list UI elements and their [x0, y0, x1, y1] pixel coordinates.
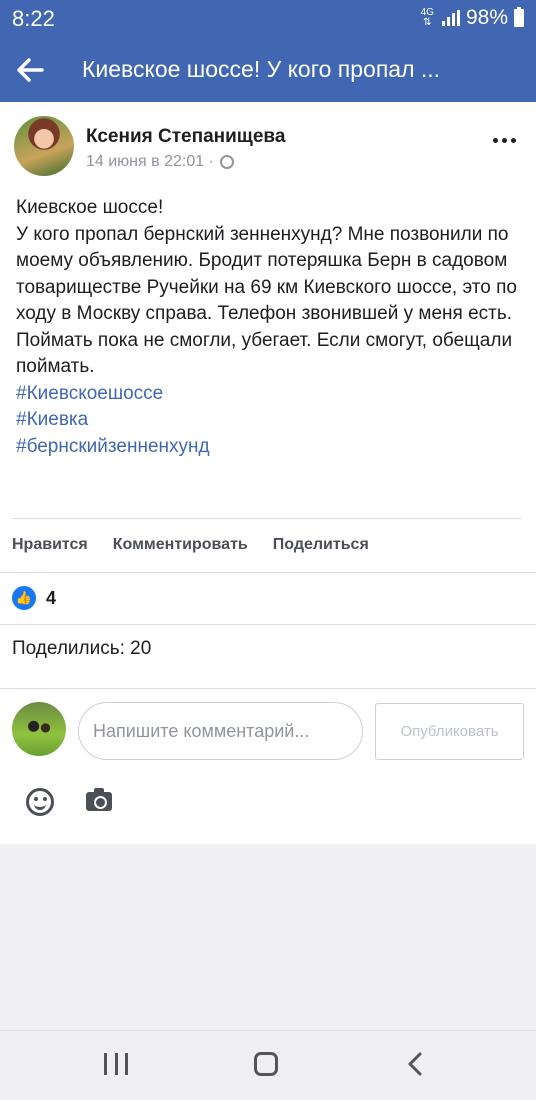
post-text: Киевское шоссе! У кого пропал бернский з… — [16, 195, 526, 460]
post-card: Ксения Степанищева 14 июня в 22:01 · Кие… — [0, 102, 536, 844]
home-icon[interactable] — [254, 1052, 278, 1076]
system-back-icon[interactable] — [404, 1052, 428, 1076]
globe-icon — [219, 155, 234, 169]
likes-count: 4 — [46, 587, 57, 608]
network-icon: 4G ⇅ — [421, 8, 434, 28]
camera-icon[interactable] — [86, 788, 112, 811]
post-actions: Нравится Комментировать Поделиться — [12, 536, 369, 554]
share-button[interactable]: Поделиться — [273, 536, 369, 554]
reactions-row[interactable]: 👍 4 — [12, 586, 56, 610]
thumbs-up-icon: 👍 — [12, 586, 36, 610]
back-button[interactable] — [12, 52, 48, 88]
shares-count[interactable]: Поделились: 20 — [12, 638, 151, 660]
status-indicators: 4G ⇅ 98% — [421, 6, 524, 30]
divider — [0, 688, 536, 689]
hashtag-link[interactable]: #Киевскоешоссе — [16, 381, 526, 408]
divider — [0, 624, 536, 625]
arrow-left-icon — [17, 58, 44, 82]
post-date[interactable]: 14 июня в 22:01 · — [86, 153, 234, 171]
divider — [12, 518, 522, 519]
publish-button[interactable]: Опубликовать — [375, 703, 524, 760]
post-line: Киевское шоссе! — [16, 197, 164, 218]
battery-icon — [514, 7, 524, 27]
battery-level: 98% — [465, 6, 508, 29]
post-date-text: 14 июня в 22:01 · — [86, 153, 214, 170]
user-avatar — [12, 702, 66, 756]
comment-button[interactable]: Комментировать — [113, 536, 248, 554]
like-button[interactable]: Нравится — [12, 536, 88, 554]
post-line: У кого пропал бернский зенненхунд? Мне п… — [16, 223, 517, 378]
hashtag-link[interactable]: #Киевка — [16, 407, 526, 434]
more-icon — [493, 138, 498, 143]
divider — [0, 572, 536, 573]
network-arrows-icon: ⇅ — [423, 17, 432, 28]
recent-apps-icon[interactable] — [104, 1053, 128, 1075]
status-time: 8:22 — [12, 6, 55, 31]
signal-icon — [441, 10, 460, 26]
more-options-button[interactable] — [493, 138, 516, 143]
comment-input[interactable] — [78, 702, 363, 760]
page-title: Киевское шоссе! У кого пропал ... — [82, 56, 441, 82]
emoji-icon[interactable] — [26, 788, 54, 816]
author-name[interactable]: Ксения Степанищева — [86, 126, 285, 148]
author-avatar[interactable] — [14, 116, 74, 176]
app-header: Киевское шоссе! У кого пропал ... — [0, 38, 536, 102]
status-bar: 8:22 4G ⇅ 98% — [0, 0, 536, 38]
hashtag-link[interactable]: #бернскийзенненхунд — [16, 434, 526, 461]
system-nav-bar — [0, 1030, 536, 1100]
